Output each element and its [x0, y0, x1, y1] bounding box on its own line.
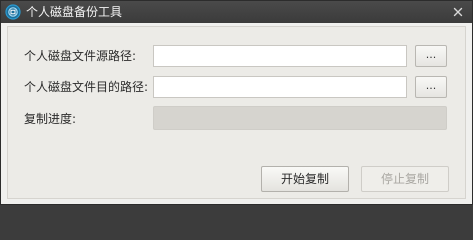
title-bar[interactable]: 个人磁盘备份工具 [1, 1, 472, 23]
source-browse-button[interactable]: ... [415, 45, 447, 67]
stop-copy-button[interactable]: 停止复制 [361, 166, 449, 192]
form-panel: 个人磁盘文件源路径: ... 个人磁盘文件目的路径: ... 复制进度: 开始复… [7, 26, 466, 199]
close-icon[interactable] [450, 4, 466, 20]
dest-browse-button[interactable]: ... [415, 76, 447, 98]
progress-label: 复制进度: [24, 112, 77, 126]
dest-path-label: 个人磁盘文件目的路径: [24, 80, 149, 94]
app-window: 个人磁盘备份工具 个人磁盘文件源路径: ... 个人磁盘文件目的路径: ... … [0, 0, 473, 205]
source-path-label: 个人磁盘文件源路径: [24, 49, 137, 63]
app-logo-icon [5, 4, 21, 20]
dest-path-input[interactable] [153, 76, 407, 98]
window-title: 个人磁盘备份工具 [26, 5, 123, 19]
start-copy-button[interactable]: 开始复制 [261, 166, 349, 192]
copy-progress-bar [153, 106, 447, 130]
source-path-input[interactable] [153, 45, 407, 67]
